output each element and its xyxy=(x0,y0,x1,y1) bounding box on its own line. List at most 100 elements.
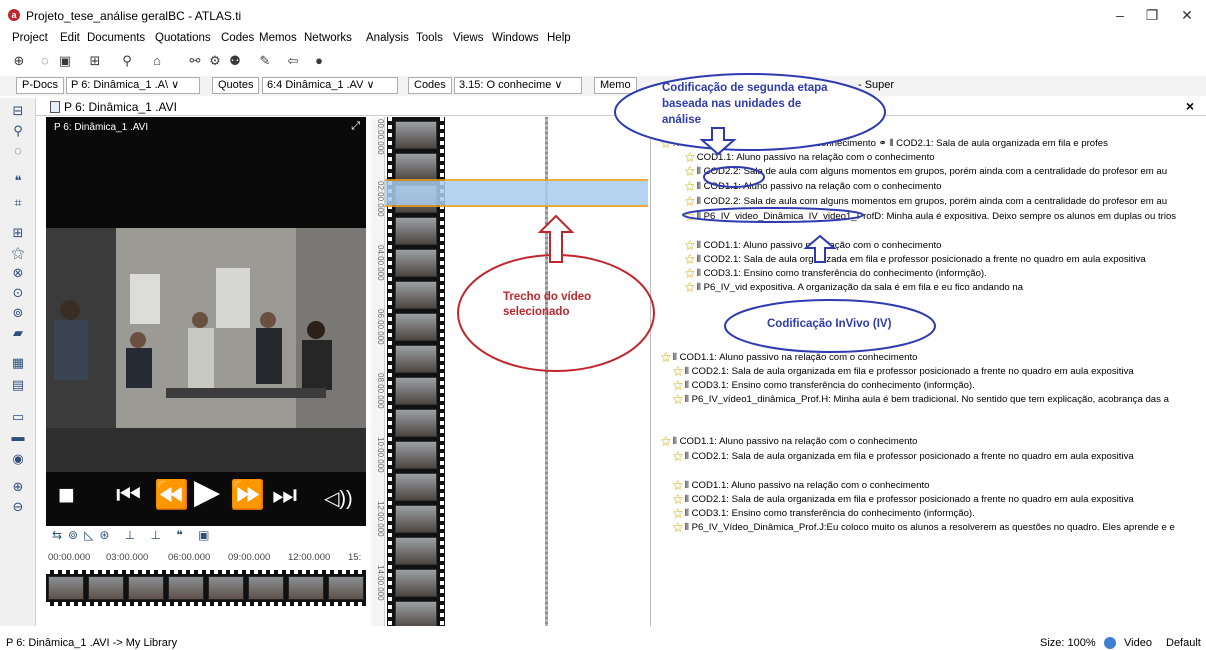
code-entry[interactable]: ⚝ ⦀ COD1.1: Aluno passivo na relação com … xyxy=(685,240,941,252)
code-entry[interactable]: ⚝ ⦀ COD1.1: Aluno passivo na relação com … xyxy=(685,181,941,193)
status-zoom[interactable]: Size: 100% xyxy=(1040,637,1096,649)
menu-analysis[interactable]: Analysis xyxy=(366,32,409,44)
close-document-button[interactable]: × xyxy=(1186,98,1194,114)
code-entry[interactable]: ⚝ ⦀ COD2.2: Sala de aula com alguns momen… xyxy=(685,196,1167,208)
codes-margin: ⚝: Aluno passivo na relação com o conhec… xyxy=(650,117,1206,626)
code-select[interactable]: 3.15: O conhecime ∨ xyxy=(454,77,582,94)
pdocs-button[interactable]: P-Docs xyxy=(16,77,65,94)
network-icon[interactable]: ⚯ xyxy=(186,52,204,70)
timeline-tick: 09:00.000 xyxy=(228,552,271,563)
quote-select[interactable]: 6:4 Dinâmica_1 .AV ∨ xyxy=(262,77,398,94)
code-entry[interactable]: ⚝ COD1.1: Aluno passivo na relação com o … xyxy=(685,152,935,164)
memo-link-icon[interactable]: ⊙ xyxy=(8,284,28,302)
memos-button[interactable]: Memo xyxy=(594,77,637,94)
menu-edit[interactable]: Edit xyxy=(60,32,80,44)
timeline-tools[interactable]: ⇆⊚◺⊛ ⊥ ⊥ ❝ ▣ xyxy=(52,528,215,542)
code-entry[interactable]: ⚝ ⦀ COD3.1: Ensino como transferência do … xyxy=(685,268,987,280)
codes-button[interactable]: Codes xyxy=(408,77,452,94)
code-entry[interactable]: ⚝ ⦀ COD2.1: Sala de aula organizada em fi… xyxy=(673,451,1134,463)
menu-memos[interactable]: Memos xyxy=(259,32,297,44)
comment-tool-icon[interactable]: ◌ xyxy=(8,142,28,160)
new-project-icon[interactable]: ⊕ xyxy=(10,52,28,70)
video-player: P 6: Dinâmica_1 .AVI ⤢ ■ ⏮ ⏪ ▶ ⏩ ⏭ ◁)) ⇆… xyxy=(46,117,366,625)
menu-quotations[interactable]: Quotations xyxy=(155,32,211,44)
code-entry[interactable]: ⚝ ⦀ P6_IV_video_Dinâmica_IV_video1_ProfD:… xyxy=(685,211,1176,223)
selected-video-segment[interactable] xyxy=(385,179,648,207)
pdoc-select[interactable]: P 6: Dinâmica_1 .A\ ∨ xyxy=(66,77,200,94)
code-entry[interactable]: ⚝ ⦀ COD3.1: Ensino como transferência do … xyxy=(673,508,975,520)
document-down-icon[interactable]: ▬ xyxy=(8,428,28,446)
menu-views[interactable]: Views xyxy=(453,32,483,44)
code-entry[interactable]: ⚝ ⦀ COD2.1: Sala de aula organizada em fi… xyxy=(685,254,1146,266)
code-link-icon[interactable]: ⊗ xyxy=(8,264,28,282)
previous-button[interactable]: ⏮ xyxy=(116,480,141,510)
code-star-icon[interactable]: ⚝ xyxy=(8,244,28,262)
search-binoculars-icon[interactable]: ⚲ xyxy=(118,52,136,70)
horizontal-filmstrip[interactable] xyxy=(46,570,366,606)
code-entry[interactable]: ⚝ ⦀ COD2.2: Sala de aula com alguns momen… xyxy=(685,166,1167,178)
add-document-icon[interactable]: ⊞ xyxy=(86,52,104,70)
code-in-vivo-icon[interactable]: ⌗ xyxy=(8,194,28,212)
code-entry[interactable]: ⚝ ⦀ P6_IV_vídeo1_dinâmica_Prof.H: Minha a… xyxy=(673,394,1169,406)
code-entry[interactable]: ⚝: Aluno passivo na relação com o conhec… xyxy=(661,138,1108,150)
network-tool-icon[interactable]: ⊚ xyxy=(8,304,28,322)
margin-icon[interactable]: ▰ xyxy=(8,324,28,342)
menu-help[interactable]: Help xyxy=(547,32,571,44)
menu-project[interactable]: Project xyxy=(12,32,48,44)
timeline-tick: 15: xyxy=(348,552,362,563)
menu-networks[interactable]: Networks xyxy=(304,32,352,44)
tools-icon[interactable]: ✎ xyxy=(256,52,274,70)
play-button[interactable]: ▶ xyxy=(194,475,220,509)
zoom-out-icon[interactable]: ⊖ xyxy=(8,498,28,516)
stop-button[interactable]: ■ xyxy=(58,480,75,510)
film-thumbnail xyxy=(395,601,437,626)
query-tool-icon[interactable]: ⚙ xyxy=(206,52,224,70)
minimize-button[interactable]: – xyxy=(1108,6,1132,24)
code-entry[interactable]: ⚝ ⦀ P6_IV_Vídeo_Dinâmica_Prof.J:Eu coloco… xyxy=(673,522,1175,534)
volume-icon[interactable]: ◁)) xyxy=(324,484,353,514)
menu-codes[interactable]: Codes xyxy=(221,32,254,44)
zoom-100-icon[interactable]: ▦ xyxy=(8,354,28,372)
video-frame[interactable] xyxy=(46,228,366,472)
code-entry[interactable]: ⚝ ⦀ COD3.1: Ensino como transferência do … xyxy=(673,380,975,392)
film-thumbnail xyxy=(395,345,437,373)
bomb-icon[interactable]: ● xyxy=(310,52,328,70)
menu-tools[interactable]: Tools xyxy=(416,32,443,44)
save-icon[interactable]: ▣ xyxy=(56,52,74,70)
search-icon[interactable]: ⚲ xyxy=(8,122,28,140)
zoom-in-icon[interactable]: ⊕ xyxy=(8,478,28,496)
status-bar: P 6: Dinâmica_1 .AVI -> My Library Size:… xyxy=(0,636,1206,650)
xml-icon[interactable]: ⚉ xyxy=(226,52,244,70)
memo-select[interactable]: - Super xyxy=(858,79,894,91)
close-window-button[interactable]: ✕ xyxy=(1175,6,1199,24)
fullscreen-icon[interactable]: ⤢ xyxy=(351,120,360,133)
code-star-icon: ⚝ xyxy=(673,522,683,533)
code-star-icon: ⚝ xyxy=(661,436,671,447)
display-icon[interactable]: ▤ xyxy=(8,376,28,394)
code-entry[interactable]: ⚝ ⦀ COD1.1: Aluno passivo na relação com … xyxy=(661,436,917,448)
code-entry[interactable]: ⚝ ⦀ COD2.1: Sala de aula organizada em fi… xyxy=(673,366,1134,378)
comment-icon[interactable]: ◌ xyxy=(36,52,54,70)
next-button[interactable]: ⏭ xyxy=(272,480,297,510)
document-manager-icon[interactable]: ⊟ xyxy=(8,102,28,120)
document-up-icon[interactable]: ▭ xyxy=(8,408,28,426)
code-entry[interactable]: ⚝ ⦀ COD1.1: Aluno passivo na relação com … xyxy=(673,480,929,492)
menu-documents[interactable]: Documents xyxy=(87,32,145,44)
fast-forward-button[interactable]: ⏩ xyxy=(230,480,265,510)
back-arrow-icon[interactable]: ⇦ xyxy=(284,52,302,70)
maximize-button[interactable]: ❐ xyxy=(1140,6,1164,24)
quote-icon[interactable]: ❝ xyxy=(8,172,28,190)
quotes-button[interactable]: Quotes xyxy=(212,77,260,94)
film-thumbnail xyxy=(395,249,437,277)
code-entry[interactable]: ⚝ ⦀ COD2.1: Sala de aula organizada em fi… xyxy=(673,494,1134,506)
audio-icon[interactable]: ◉ xyxy=(8,450,28,468)
film-thumbnail xyxy=(88,576,124,600)
rewind-button[interactable]: ⏪ xyxy=(154,480,189,510)
code-entry[interactable]: ⚝ ⦀ P6_IV_vid expositiva. A organização d… xyxy=(685,282,1023,294)
code-star-icon: ⚝ xyxy=(685,282,695,293)
code-entry[interactable]: ⚝ ⦀ COD1.1: Aluno passivo na relação com … xyxy=(661,352,917,364)
open-folder-icon[interactable]: ⌂ xyxy=(148,52,166,70)
menu-windows[interactable]: Windows xyxy=(492,32,539,44)
code-list-icon[interactable]: ⊞ xyxy=(8,224,28,242)
code-label: ⦀ COD1.1: Aluno passivo na relação com o… xyxy=(672,352,918,363)
